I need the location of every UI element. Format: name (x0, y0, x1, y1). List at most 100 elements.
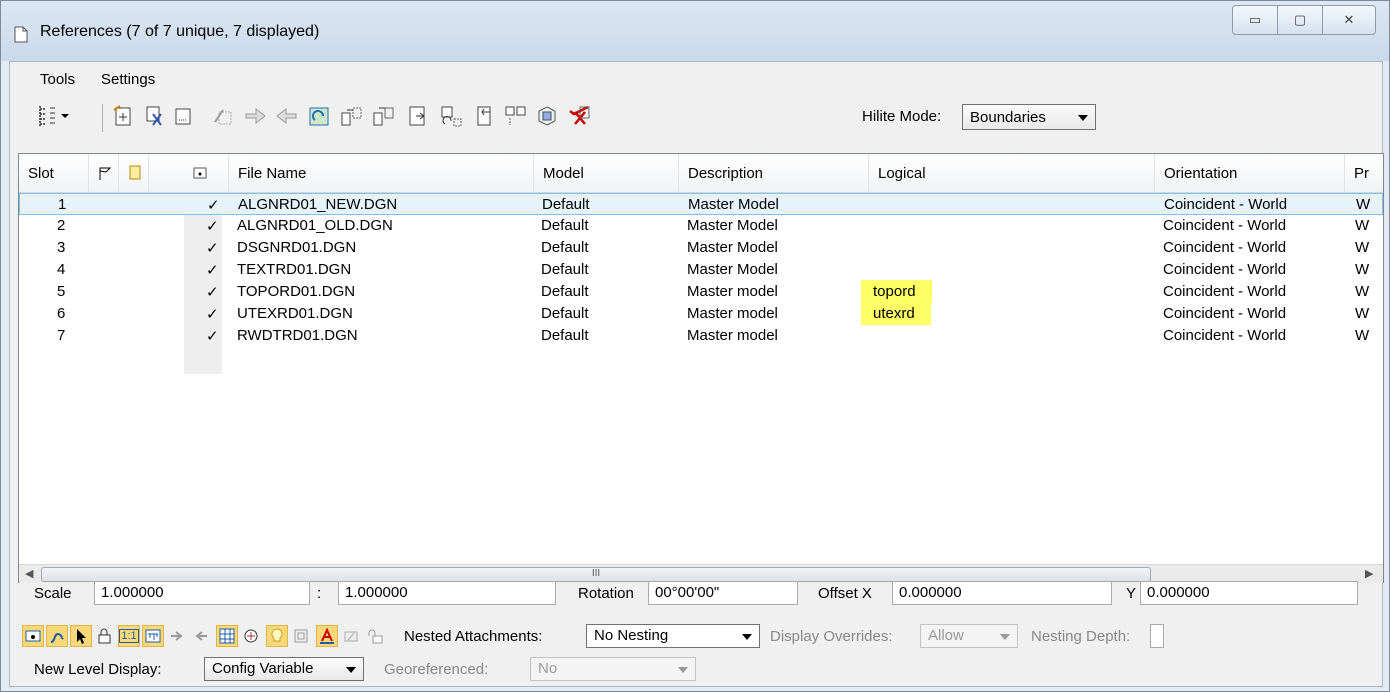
menu-tools[interactable]: Tools (40, 71, 75, 88)
nesting-depth-label: Nesting Depth: (1031, 628, 1131, 645)
scroll-right-icon[interactable]: ▶ (1365, 567, 1373, 580)
title-bar[interactable]: References (7 of 7 unique, 7 displayed) … (1, 1, 1389, 61)
display-toggle-icon[interactable] (22, 625, 44, 647)
chevron-down-icon (742, 634, 752, 640)
detach-reference-icon[interactable] (142, 103, 168, 129)
orientation-cell: Coincident - World (1163, 327, 1287, 344)
hilite-mode-select[interactable]: Boundaries (962, 104, 1096, 130)
presentation-cell: W (1355, 217, 1370, 234)
description-cell: Master Model (688, 196, 779, 213)
file-icon (129, 165, 141, 180)
offset-x-label: Offset X (818, 585, 872, 602)
column-header-file-name[interactable]: File Name (229, 154, 534, 192)
minimize-button[interactable]: ▭ (1232, 5, 1277, 35)
attach-reference-icon[interactable] (110, 103, 136, 129)
table-row[interactable]: 6 ✓ UTEXRD01.DGN Default Master model utexrd C… (19, 302, 1383, 325)
new-level-display-label: New Level Display: (34, 661, 162, 678)
file-name-cell: DSGNRD01.DGN (237, 239, 357, 256)
display-check-icon: ✓ (206, 306, 219, 323)
references-table: Slot File Name Model Description Logical… (18, 153, 1384, 583)
slot-cell: 2 (57, 217, 66, 234)
nested-attachments-select[interactable]: No Nesting (586, 624, 760, 648)
new-level-display-value: Config Variable (212, 660, 314, 677)
scrollbar-thumb[interactable]: III (41, 567, 1151, 582)
reload-reference-icon[interactable] (170, 103, 196, 129)
toolbar: Hilite Mode: Boundaries (10, 96, 1382, 142)
display-overrides-select[interactable]: Allow (920, 624, 1018, 648)
table-header: Slot File Name Model Description Logical… (19, 154, 1383, 193)
georeferenced-label: Georeferenced: (384, 661, 489, 678)
table-row[interactable]: 2 ✓ ALGNRD01_OLD.DGN Default Master Model Coi… (19, 215, 1383, 237)
scale-label: Scale (34, 585, 72, 602)
column-header-slot[interactable]: Slot (19, 154, 89, 192)
ignore-attachment-icon[interactable] (166, 625, 188, 647)
raster-toggle-icon[interactable] (216, 625, 238, 647)
clip-boundary-icon[interactable] (406, 103, 432, 129)
unlock-icon[interactable] (364, 625, 386, 647)
document-icon (14, 26, 28, 43)
table-row[interactable]: 4 ✓ TEXTRD01.DGN Default Master Model Coincid… (19, 259, 1383, 281)
presentation-cell: W (1355, 305, 1370, 322)
offset-y-input[interactable]: 0.000000 (1140, 581, 1358, 605)
annotation-scale-icon[interactable] (316, 625, 338, 647)
rotation-input[interactable]: 00°00'00" (648, 581, 798, 605)
lock-toggle-icon[interactable] (94, 625, 116, 647)
hilite-mode-value: Boundaries (970, 108, 1046, 126)
display-check-icon: ✓ (207, 197, 220, 214)
maximize-icon: ▢ (1293, 12, 1307, 27)
georeferenced-select[interactable]: No (530, 657, 696, 681)
clip-delete-icon[interactable] (534, 103, 560, 129)
column-header-flag[interactable] (89, 154, 119, 192)
scale-input[interactable]: 1.000000 (94, 581, 310, 605)
display-overrides-label: Display Overrides: (770, 628, 893, 645)
column-label: Description (688, 164, 764, 182)
column-header-description[interactable]: Description (679, 154, 869, 192)
clip-mask-icon[interactable] (438, 103, 464, 129)
mirror-vertical-icon[interactable] (370, 103, 396, 129)
snap-toggle-icon[interactable] (46, 625, 68, 647)
scale-reference-icon[interactable] (274, 103, 300, 129)
copy-reference-icon[interactable] (242, 103, 268, 129)
use-lights-icon[interactable] (190, 625, 212, 647)
lightbulb-icon[interactable] (266, 625, 288, 647)
scale-input-2[interactable]: 1.000000 (338, 581, 556, 605)
scroll-left-icon[interactable]: ◀ (25, 567, 33, 580)
column-header-display[interactable] (184, 154, 229, 192)
locate-toggle-icon[interactable] (70, 625, 92, 647)
window-title: References (7 of 7 unique, 7 displayed) (40, 23, 320, 40)
offset-x-input[interactable]: 0.000000 (892, 581, 1112, 605)
true-scale-toggle-icon[interactable]: 1:1 (118, 625, 140, 647)
move-reference-icon[interactable] (210, 103, 236, 129)
column-header-model[interactable]: Model (534, 154, 679, 192)
mirror-horizontal-icon[interactable] (338, 103, 364, 129)
logical-cell: topord (861, 280, 932, 303)
new-level-display-select[interactable]: Config Variable (204, 657, 364, 681)
transparency-icon[interactable] (290, 625, 312, 647)
display-icon (193, 167, 207, 179)
exchange-reference-icon[interactable] (566, 103, 592, 129)
column-header-orientation[interactable]: Orientation (1155, 154, 1345, 192)
menu-settings[interactable]: Settings (101, 71, 155, 88)
file-name-cell: ALGNRD01_OLD.DGN (237, 217, 393, 234)
rotate-reference-icon[interactable] (306, 103, 332, 129)
list-view-icon[interactable] (34, 103, 74, 129)
scale-line-style-icon[interactable] (142, 625, 164, 647)
table-row[interactable]: 3 ✓ DSGNRD01.DGN Default Master Model Coincid… (19, 237, 1383, 259)
file-name-cell: TOPORD01.DGN (237, 283, 356, 300)
level-override-icon[interactable] (240, 625, 262, 647)
clip-back-icon[interactable] (502, 103, 528, 129)
file-name-cell: TEXTRD01.DGN (237, 261, 352, 278)
column-header-presentation[interactable]: Pr (1345, 154, 1383, 192)
print-toggle-icon[interactable] (340, 625, 362, 647)
close-button[interactable]: ✕ (1322, 5, 1376, 35)
column-header-file[interactable] (119, 154, 149, 192)
table-row[interactable]: 5 ✓ TOPORD01.DGN Default Master model topord C… (19, 280, 1383, 303)
nesting-depth-input[interactable] (1150, 624, 1164, 648)
table-row[interactable]: 7 ✓ RWDTRD01.DGN Default Master model Coincid… (19, 325, 1383, 347)
maximize-button[interactable]: ▢ (1277, 5, 1322, 35)
table-row[interactable]: 1 ✓ ALGNRD01_NEW.DGN Default Master Model Coi… (19, 193, 1383, 215)
column-header-logical[interactable]: Logical (869, 154, 1155, 192)
presentation-cell: W (1355, 261, 1370, 278)
column-label: Model (543, 164, 584, 182)
clip-front-icon[interactable] (470, 103, 496, 129)
